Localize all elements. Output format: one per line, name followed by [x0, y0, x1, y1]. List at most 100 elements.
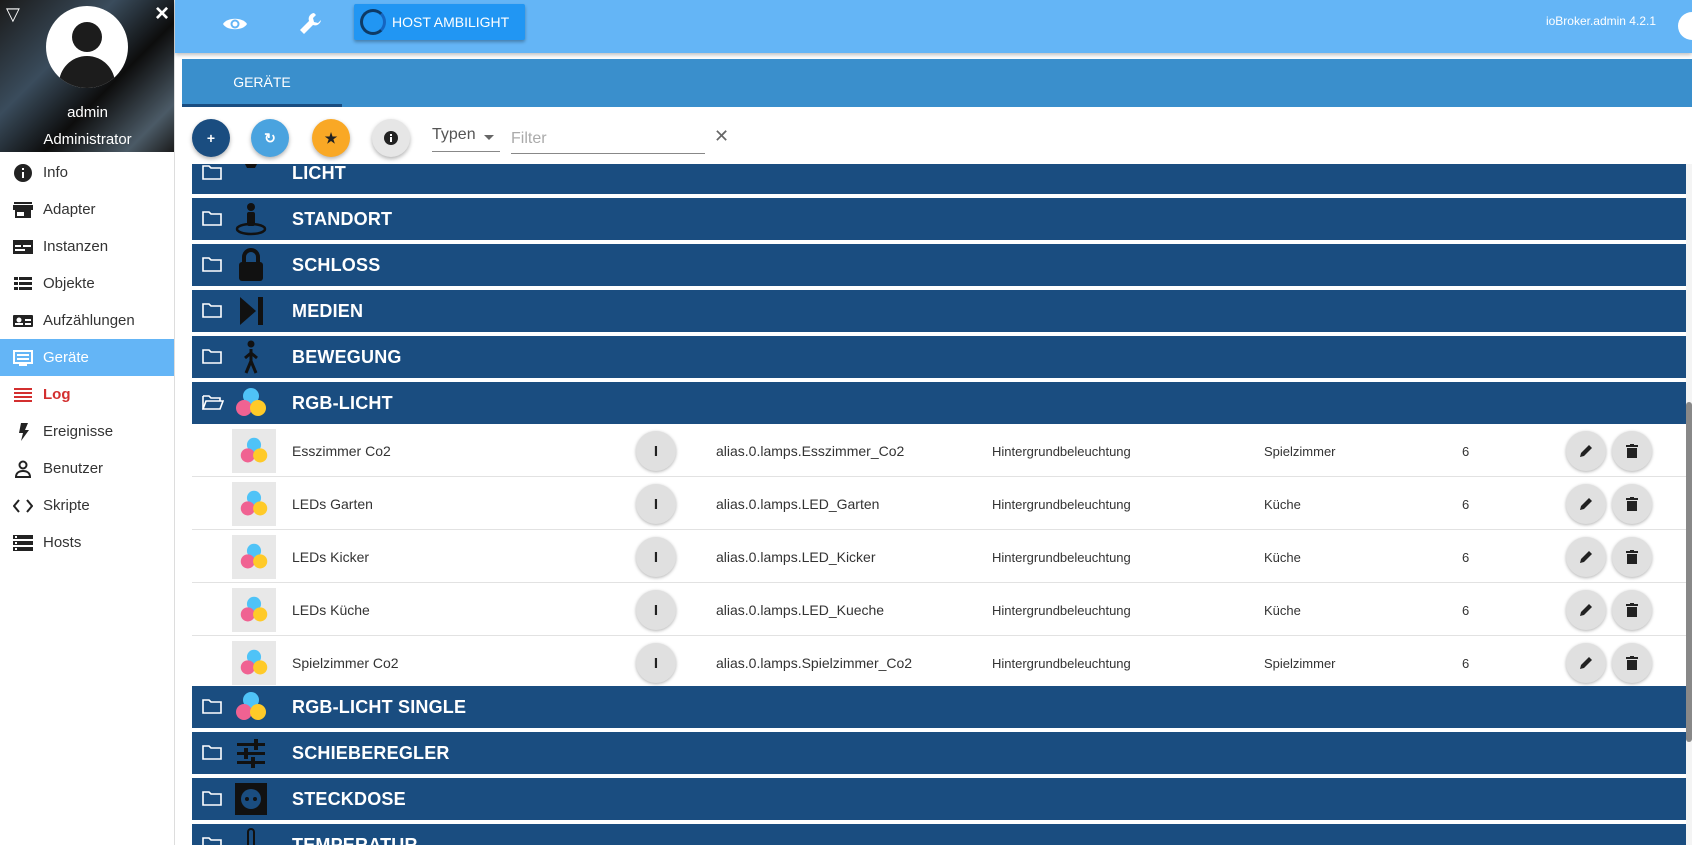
eye-icon[interactable]	[221, 10, 249, 38]
types-dropdown[interactable]: Typen	[432, 126, 500, 152]
sidebar-item-benutzer[interactable]: Benutzer	[0, 450, 174, 487]
info-icon	[12, 163, 34, 182]
sidebar-item-label: Skripte	[43, 497, 90, 514]
favorites-button[interactable]: ★	[312, 119, 350, 157]
sidebar-item-log[interactable]: Log	[0, 376, 174, 413]
text-cursor-button[interactable]: I	[636, 537, 676, 577]
category-row-schloss[interactable]: SCHLOSS	[192, 244, 1688, 286]
text-cursor-button[interactable]: I	[636, 590, 676, 630]
sidebar-item-label: Geräte	[43, 349, 89, 366]
add-button[interactable]: +	[192, 119, 230, 157]
category-row-temperatur[interactable]: TEMPERATUR	[192, 824, 1688, 845]
log-icon	[12, 386, 34, 404]
folder-icon	[202, 837, 222, 845]
scrollbar[interactable]	[1686, 164, 1692, 845]
category-row-steckdose[interactable]: STECKDOSE	[192, 778, 1688, 820]
sidebar-item-label: Instanzen	[43, 238, 109, 255]
thermometer-icon	[234, 828, 268, 845]
top-bar: HOST AMBILIGHT ioBroker.admin 4.2.1	[175, 0, 1692, 53]
filter-input[interactable]	[511, 124, 705, 154]
delete-button[interactable]	[1612, 537, 1652, 577]
sidebar-item-label: Log	[43, 386, 71, 403]
table-row[interactable]: LEDs Küche I alias.0.lamps.LED_Kueche Hi…	[192, 583, 1688, 636]
info-icon	[384, 131, 398, 145]
folder-icon	[202, 349, 222, 364]
caret-down-icon	[484, 135, 494, 140]
edit-button[interactable]	[1566, 484, 1606, 524]
lock-icon	[234, 248, 268, 282]
sidebar-item-info[interactable]: Info	[0, 154, 174, 191]
socket-icon	[234, 782, 268, 816]
scrollbar-thumb[interactable]	[1686, 402, 1692, 742]
sidebar-item-objekte[interactable]: Objekte	[0, 265, 174, 302]
category-row-licht[interactable]: LICHT	[192, 164, 1688, 194]
menu-toggle-icon[interactable]: ▽	[6, 4, 20, 25]
delete-button[interactable]	[1612, 484, 1652, 524]
media-icon	[234, 294, 268, 328]
text-cursor-button[interactable]: I	[636, 484, 676, 524]
delete-button[interactable]	[1612, 590, 1652, 630]
category-row-rgb-licht-single[interactable]: RGB-LICHT SINGLE	[192, 686, 1688, 728]
sidebar-item-geraete[interactable]: Geräte	[0, 339, 174, 376]
pencil-icon	[1580, 445, 1592, 457]
folder-icon	[202, 303, 222, 318]
category-label: RGB-LICHT SINGLE	[292, 697, 467, 717]
category-row-standort[interactable]: STANDORT	[192, 198, 1688, 240]
refresh-button[interactable]: ↻	[251, 119, 289, 157]
avatar	[46, 6, 128, 88]
device-name: Spielzimmer Co2	[292, 655, 399, 671]
table-row[interactable]: LEDs Kicker I alias.0.lamps.LED_Kicker H…	[192, 530, 1688, 583]
edit-button[interactable]	[1566, 431, 1606, 471]
category-row-bewegung[interactable]: BEWEGUNG	[192, 336, 1688, 378]
version-label: ioBroker.admin 4.2.1	[1545, 14, 1656, 28]
sidebar-item-skripte[interactable]: Skripte	[0, 487, 174, 524]
text-cursor-button[interactable]: I	[636, 643, 676, 683]
sidebar-item-ereignisse[interactable]: Ereignisse	[0, 413, 174, 450]
device-function: Hintergrundbeleuchtung	[992, 603, 1131, 618]
edit-button[interactable]	[1566, 537, 1606, 577]
edit-button[interactable]	[1566, 590, 1606, 630]
table-row[interactable]: Spielzimmer Co2 I alias.0.lamps.Spielzim…	[192, 636, 1688, 689]
category-row-schieberegler[interactable]: SCHIEBEREGLER	[192, 732, 1688, 774]
spinner-icon	[360, 9, 386, 35]
folder-open-icon	[202, 395, 224, 410]
rgb-icon	[234, 690, 268, 724]
category-row-rgb-licht[interactable]: RGB-LICHT	[192, 382, 1688, 424]
device-function: Hintergrundbeleuchtung	[992, 497, 1131, 512]
table-row[interactable]: LEDs Garten I alias.0.lamps.LED_Garten H…	[192, 477, 1688, 530]
info-button[interactable]	[372, 119, 410, 157]
text-cursor-button[interactable]: I	[636, 431, 676, 471]
edit-button[interactable]	[1566, 643, 1606, 683]
device-state-count: 6	[1462, 603, 1470, 618]
rgb-icon	[234, 386, 268, 420]
category-row-medien[interactable]: MEDIEN	[192, 290, 1688, 332]
close-icon[interactable]: ×	[155, 0, 169, 28]
folder-icon	[202, 791, 222, 806]
category-label: BEWEGUNG	[292, 347, 402, 367]
delete-button[interactable]	[1612, 643, 1652, 683]
delete-button[interactable]	[1612, 431, 1652, 471]
category-label: SCHLOSS	[292, 255, 381, 275]
sidebar-item-instanzen[interactable]: Instanzen	[0, 228, 174, 265]
pencil-icon	[1580, 498, 1592, 510]
trash-icon	[1626, 603, 1638, 617]
wrench-icon[interactable]	[297, 10, 325, 38]
location-icon	[234, 202, 268, 236]
device-room: Küche	[1264, 550, 1301, 565]
host-button[interactable]: HOST AMBILIGHT	[354, 4, 525, 40]
sidebar-item-label: Adapter	[43, 201, 96, 218]
sidebar-item-adapter[interactable]: Adapter	[0, 191, 174, 228]
device-function: Hintergrundbeleuchtung	[992, 656, 1131, 671]
device-id: alias.0.lamps.Spielzimmer_Co2	[716, 655, 913, 671]
sidebar-item-label: Info	[43, 164, 69, 181]
instances-icon	[12, 238, 34, 256]
clear-filter-icon[interactable]: ✕	[714, 126, 732, 146]
tab-geraete[interactable]: GERÄTE	[182, 59, 342, 107]
sidebar-item-aufzaehlungen[interactable]: Aufzählungen	[0, 302, 174, 339]
user-profile-header: ▽ × admin Administrator	[0, 0, 174, 152]
sidebar-item-label: Aufzählungen	[43, 312, 135, 329]
device-state-count: 6	[1462, 550, 1470, 565]
device-room: Küche	[1264, 497, 1301, 512]
sidebar-item-hosts[interactable]: Hosts	[0, 524, 174, 561]
table-row[interactable]: Esszimmer Co2 I alias.0.lamps.Esszimmer_…	[192, 424, 1688, 477]
